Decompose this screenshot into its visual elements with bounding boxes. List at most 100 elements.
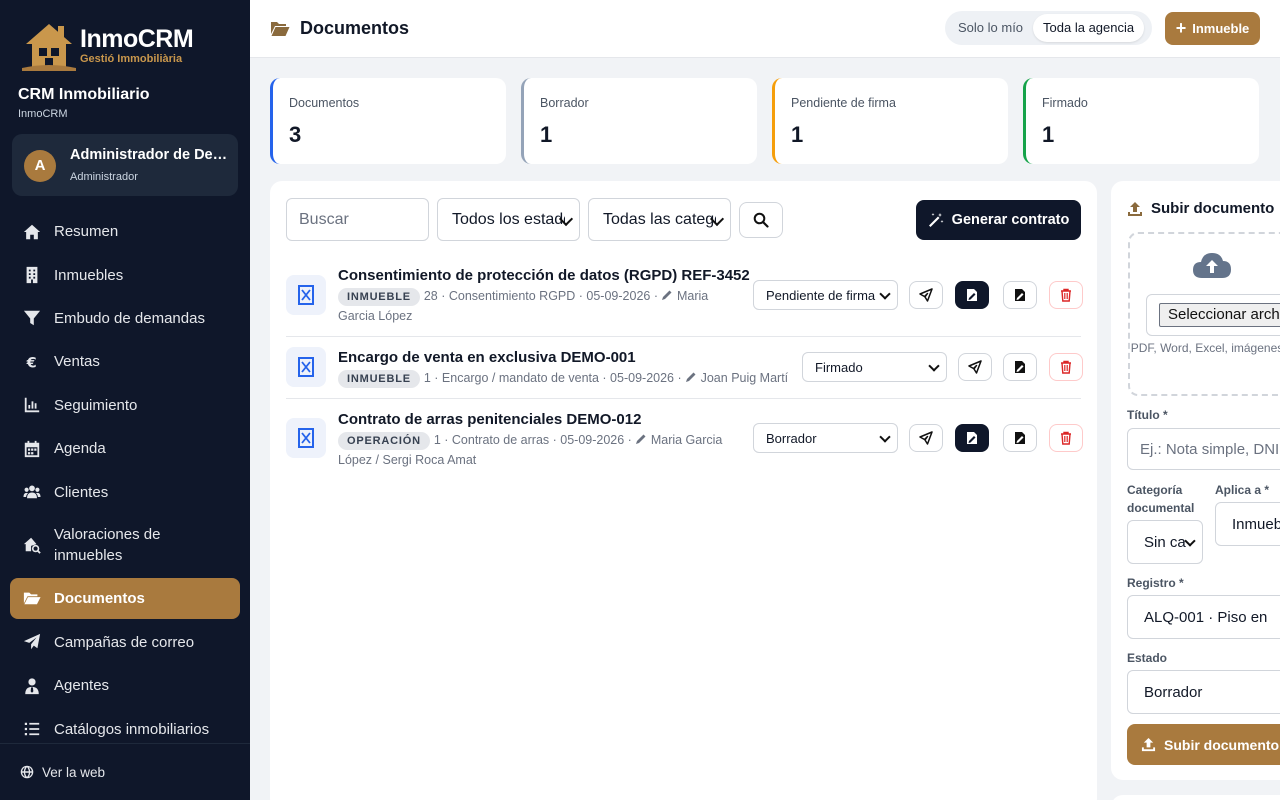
- documents-panel: Todos los estados Todas las categorías G…: [270, 181, 1097, 800]
- trash-icon: [1061, 360, 1071, 374]
- topbar: Documentos Solo lo mío Toda la agencia +…: [250, 0, 1280, 58]
- globe-icon: [20, 765, 34, 779]
- sign-button[interactable]: [955, 424, 989, 452]
- file-signature-icon: [1015, 432, 1025, 444]
- sidebar-item-clientes[interactable]: Clientes: [10, 470, 240, 513]
- category-filter-select[interactable]: Todas las categorías: [588, 198, 731, 241]
- delete-button[interactable]: [1049, 353, 1083, 381]
- status-filter-select[interactable]: Todos los estados: [437, 198, 580, 241]
- delete-button[interactable]: [1049, 281, 1083, 309]
- document-meta-text: 1 · Contrato de arras · 05-09-2026 ·: [433, 433, 632, 447]
- list-icon: [22, 719, 42, 739]
- sidebar-item-label: Agenda: [54, 440, 106, 458]
- search-button[interactable]: [739, 202, 783, 238]
- pen-icon: [686, 372, 696, 382]
- view-website-label: Ver la web: [42, 764, 106, 780]
- document-meta: OPERACIÓN 1 · Contrato de arras · 05-09-2…: [338, 430, 748, 470]
- applies-to-value: Inmueble: [1232, 515, 1280, 533]
- scope-all-option[interactable]: Toda la agencia: [1033, 14, 1145, 42]
- document-meta: INMUEBLE 28 · Consentimiento RGPD · 05-09…: [338, 286, 748, 326]
- document-status-select[interactable]: Borrador: [753, 423, 898, 453]
- stat-card-documentos: Documentos 3: [270, 78, 506, 164]
- document-status-select[interactable]: Firmado: [802, 352, 947, 382]
- document-status-value: Pendiente de firma: [766, 287, 876, 303]
- page-title: Documentos: [270, 18, 409, 39]
- document-type-badge: OPERACIÓN: [338, 432, 430, 450]
- document-title[interactable]: Contrato de arras penitenciales DEMO-012: [338, 411, 641, 428]
- document-title[interactable]: Encargo de venta en exclusiva DEMO-001: [338, 349, 636, 366]
- upload-panel-title: Subir documento: [1127, 200, 1274, 217]
- add-property-button[interactable]: + Inmueble: [1165, 12, 1260, 45]
- file-signature-icon: [1015, 361, 1025, 373]
- document-type-badge: INMUEBLE: [338, 288, 420, 306]
- applies-to-label: Aplica a *: [1215, 483, 1270, 497]
- sidebar-item-ventas[interactable]: € Ventas: [10, 340, 240, 383]
- sidebar-item-valoraciones[interactable]: Valoraciones de inmuebles: [10, 514, 240, 576]
- paper-plane-icon: [919, 288, 933, 302]
- chart-icon: [22, 395, 42, 415]
- record-label: Registro *: [1127, 576, 1184, 590]
- document-row[interactable]: Encargo de venta en exclusiva DEMO-001 I…: [286, 337, 1083, 399]
- sign-button[interactable]: [955, 281, 989, 309]
- document-status-value: Borrador: [766, 430, 817, 446]
- sidebar-item-label: Embudo de demandas: [54, 309, 205, 327]
- sidebar-item-agenda[interactable]: Agenda: [10, 427, 240, 470]
- stat-label: Borrador: [540, 96, 589, 110]
- upload-document-button[interactable]: Subir documento: [1127, 724, 1280, 765]
- document-title[interactable]: Consentimiento de protección de datos (R…: [338, 267, 750, 284]
- house-search-icon: [22, 535, 42, 555]
- title-input[interactable]: [1127, 428, 1280, 470]
- chevron-down-icon: [1184, 535, 1196, 547]
- sidebar-item-label: Resumen: [54, 223, 119, 241]
- edit-document-button[interactable]: [1003, 353, 1037, 381]
- file-input-wrapper: Seleccionar archivo: [1146, 294, 1280, 336]
- stat-card-firmado: Firmado 1: [1023, 78, 1259, 164]
- send-button[interactable]: [958, 353, 992, 381]
- applies-to-select[interactable]: Inmueble: [1215, 502, 1280, 546]
- generate-contract-button[interactable]: Generar contrato: [916, 200, 1081, 240]
- sidebar-item-label: Inmuebles: [54, 266, 124, 284]
- sidebar-item-seguimiento[interactable]: Seguimiento: [10, 384, 240, 427]
- sidebar-item-agentes[interactable]: Agentes: [10, 664, 240, 707]
- sidebar-item-label: Seguimiento: [54, 396, 138, 414]
- send-button[interactable]: [909, 281, 943, 309]
- brand-logo[interactable]: InmoCRM Gestió Immobiliària: [20, 18, 194, 72]
- scope-mine-option[interactable]: Solo lo mío: [948, 14, 1033, 42]
- upload-title-text: Subir documento: [1151, 200, 1275, 217]
- stat-value: 1: [540, 122, 553, 147]
- document-row[interactable]: Contrato de arras penitenciales DEMO-012…: [286, 399, 1083, 473]
- paper-plane-icon: [968, 360, 982, 374]
- sidebar-item-embudo[interactable]: Embudo de demandas: [10, 297, 240, 340]
- sidebar-item-inmuebles[interactable]: Inmuebles: [10, 253, 240, 296]
- document-row[interactable]: Consentimiento de protección de datos (R…: [286, 263, 1083, 337]
- sidebar-item-resumen[interactable]: Resumen: [10, 210, 240, 253]
- upload-icon: [1141, 737, 1156, 752]
- trash-icon: [1061, 431, 1071, 445]
- delete-button[interactable]: [1049, 424, 1083, 452]
- status-select[interactable]: Borrador: [1127, 670, 1280, 714]
- document-status-select[interactable]: Pendiente de firma: [753, 280, 898, 310]
- sidebar-item-documentos[interactable]: Documentos: [10, 577, 240, 619]
- user-card[interactable]: A Administrador de Demo Administrador: [12, 134, 238, 196]
- sidebar-item-label: Clientes: [54, 483, 109, 501]
- sidebar-item-label: Agentes: [54, 677, 110, 695]
- brand-name: InmoCRM: [80, 24, 194, 53]
- select-file-button[interactable]: Seleccionar archivo: [1159, 303, 1280, 327]
- view-website-link[interactable]: Ver la web: [0, 743, 250, 800]
- folder-open-icon: [22, 588, 42, 608]
- brand-tagline: Gestió Immobiliària: [80, 52, 183, 65]
- record-select[interactable]: ALQ-001 · Piso en: [1127, 595, 1280, 639]
- edit-document-button[interactable]: [1003, 281, 1037, 309]
- category-select[interactable]: Sin categoría: [1127, 520, 1203, 564]
- paper-plane-icon: [22, 632, 42, 652]
- send-button[interactable]: [909, 424, 943, 452]
- file-dropzone[interactable]: Seleccionar archivo PDF, Word, Excel, im…: [1128, 232, 1280, 396]
- stat-card-pendiente: Pendiente de firma 1: [772, 78, 1008, 164]
- funnel-icon: [22, 308, 42, 328]
- pen-icon: [662, 290, 672, 300]
- sidebar-item-label: Campañas de correo: [54, 633, 195, 651]
- sidebar-item-campanas[interactable]: Campañas de correo: [10, 621, 240, 664]
- file-pdf-icon: [286, 347, 326, 387]
- search-input[interactable]: [286, 198, 429, 241]
- edit-document-button[interactable]: [1003, 424, 1037, 452]
